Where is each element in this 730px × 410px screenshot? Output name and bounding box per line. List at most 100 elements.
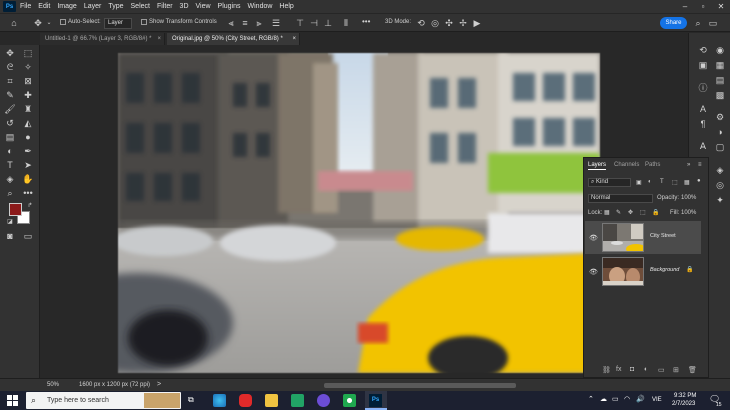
healing-brush-tool-icon[interactable]: ✚ [22,90,34,101]
layer-name[interactable]: Background [650,267,679,273]
comments-icon[interactable]: ▣ [698,60,708,70]
add-mask-icon[interactable]: ◘ [630,366,634,373]
minimize-icon[interactable]: – [676,0,694,13]
maximize-icon[interactable]: ▫ [694,0,712,13]
color-icon[interactable]: ◉ [715,45,725,55]
new-layer-icon[interactable]: ⊞ [673,366,679,374]
paths-icon[interactable]: ✦ [715,195,725,205]
search-icon[interactable]: ⌕ [693,18,703,28]
align-center-icon[interactable]: ≡ [240,18,250,28]
menu-window[interactable]: Window [248,3,273,10]
distribute-vertical-icon[interactable]: ⦀ [341,18,351,28]
adjustments-icon[interactable]: ◑ [715,127,725,137]
eyedropper-tool-icon[interactable]: ✎ [4,90,16,101]
zoom-level[interactable]: 50% [47,382,59,388]
document-info[interactable]: 1600 px x 1200 px (72 ppi) [79,382,150,388]
blur-tool-icon[interactable]: ● [22,132,34,143]
more-options-button[interactable]: ••• [362,17,370,26]
fill-value[interactable]: 100% [681,210,696,216]
filter-toggle-icon[interactable]: ● [697,178,701,184]
delete-layer-icon[interactable]: 🗑 [688,366,697,374]
visibility-eye-icon[interactable]: 👁 [589,234,598,242]
auto-select-checkbox[interactable] [60,19,66,25]
menu-view[interactable]: View [196,3,211,10]
layer-style-icon[interactable]: fx [616,366,621,373]
align-left-icon[interactable]: ⫷ [226,18,236,28]
hand-tool-icon[interactable]: ✋ [22,174,34,185]
windows-start-icon[interactable] [7,395,18,406]
character-icon[interactable]: A [698,104,708,114]
battery-icon[interactable]: ▭ [612,395,619,403]
adjustment-layer-icon[interactable]: ◐ [644,366,648,373]
close-icon[interactable]: ✕ [712,0,730,13]
align-middle-icon[interactable]: ⊣ [309,18,319,28]
clock-time[interactable]: 9:32 PM [674,393,696,399]
edge-browser-icon[interactable] [213,394,226,407]
lock-all-icon[interactable]: 🔒 [652,209,659,216]
quick-mask-icon[interactable]: ◙ [4,231,16,242]
align-right-icon[interactable]: ⫸ [254,18,264,28]
close-tab-icon[interactable]: × [157,33,161,45]
dodge-tool-icon[interactable]: ◐ [4,146,16,157]
chevron-down-icon[interactable]: ⌄ [44,18,54,28]
zoom-tool-icon[interactable]: ⌕ [4,188,16,199]
lock-artboard-icon[interactable]: ⬚ [640,209,646,216]
lock-position-icon[interactable]: ✥ [628,209,633,216]
eraser-tool-icon[interactable]: ◭ [22,118,34,129]
menu-type[interactable]: Type [108,3,123,10]
opacity-value[interactable]: 100% [681,195,696,201]
menu-image[interactable]: Image [57,3,76,10]
filter-pixel-icon[interactable]: ▣ [636,179,642,186]
type-tool-icon[interactable]: T [4,160,16,171]
close-tab-icon[interactable]: × [292,33,296,45]
chevron-up-icon[interactable]: ⌃ [588,395,594,403]
info-icon[interactable]: ⓘ [698,83,708,93]
default-colors-icon[interactable]: ◪ [4,217,16,228]
magic-wand-tool-icon[interactable]: ✧ [22,62,34,73]
align-top-icon[interactable]: ⊤ [295,18,305,28]
marquee-tool-icon[interactable]: ⬚ [22,48,34,59]
paragraph-icon[interactable]: ¶ [698,119,708,129]
kind-filter-dropdown[interactable]: ⌕ Kind [588,178,631,187]
brush-tool-icon[interactable]: 🖌 [4,104,16,115]
media-app-icon[interactable] [317,394,330,407]
libraries-icon[interactable]: ▢ [715,142,725,152]
filter-type-icon[interactable]: T [660,179,664,185]
screen-mode-icon[interactable]: ▭ [22,231,34,242]
volume-icon[interactable]: 🔊 [636,395,645,403]
channels-icon[interactable]: ◎ [715,180,725,190]
language-indicator[interactable]: VIE [652,397,662,403]
swatches-icon[interactable]: ▦ [715,60,725,70]
menu-filter[interactable]: Filter [157,3,173,10]
filter-shape-icon[interactable]: ⬚ [672,179,678,186]
move-tool-icon[interactable]: ✥ [33,18,43,28]
collapse-icon[interactable]: » [687,162,690,168]
clone-stamp-tool-icon[interactable]: ♜ [22,104,34,115]
panel-menu-icon[interactable]: ≡ [698,162,702,168]
frame-tool-icon[interactable]: ⊠ [22,76,34,87]
layers-icon[interactable]: ◈ [715,165,725,175]
share-button[interactable]: Share [660,17,687,29]
patterns-icon[interactable]: ▩ [715,90,725,100]
layer-row-background[interactable]: 👁 Background 🔒 [585,255,701,288]
file-explorer-icon[interactable] [265,394,278,407]
tab-untitled-1[interactable]: Untitled-1 @ 66.7% (Layer 3, RGB/8#) * × [40,33,165,45]
new-group-icon[interactable]: ▭ [658,366,665,374]
distribute-icon[interactable]: ☰ [271,18,281,28]
lock-transparency-icon[interactable]: ▦ [604,209,610,216]
move-tool-icon[interactable]: ✥ [4,48,16,59]
crop-tool-icon[interactable]: ⌗ [4,76,16,87]
pen-tool-icon[interactable]: ✒ [22,146,34,157]
menu-file[interactable]: File [20,3,31,10]
gradient-tool-icon[interactable]: ▤ [4,132,16,143]
link-layers-icon[interactable]: ⛓ [602,366,611,374]
filter-smart-object-icon[interactable]: ▦ [684,179,690,186]
show-transform-checkbox[interactable] [141,19,147,25]
chrome-browser-icon[interactable] [343,394,356,407]
3d-slide-icon[interactable]: ✢ [458,18,468,28]
lasso-tool-icon[interactable]: ᘓ [4,62,16,73]
3d-orbit-icon[interactable]: ⟲ [416,18,426,28]
photoshop-taskbar-active[interactable]: Ps [365,391,387,410]
taskbar-search-box[interactable]: ⌕ Type here to search [26,392,181,409]
status-menu-arrow[interactable]: > [157,381,161,388]
